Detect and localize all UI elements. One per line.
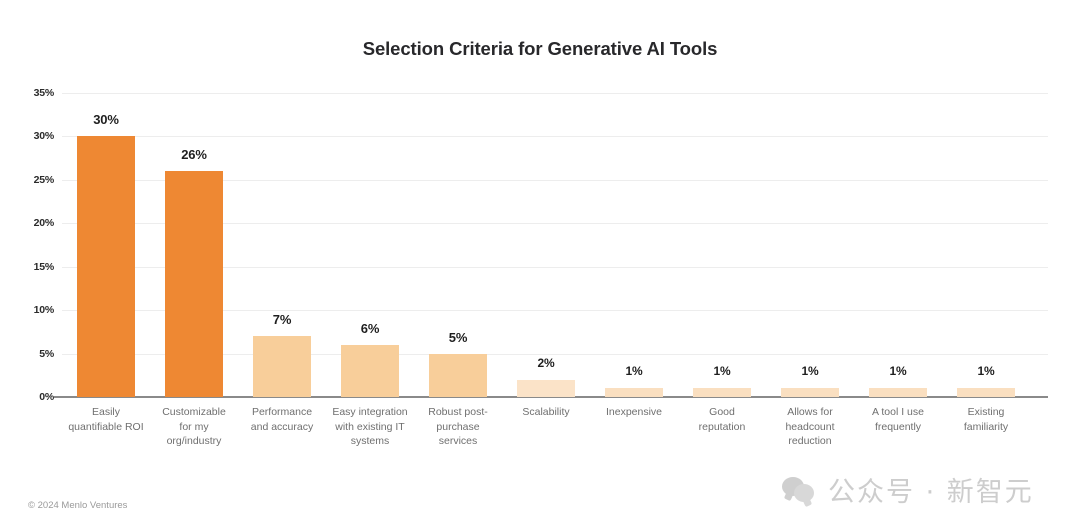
category-label-line: familiarity [963,420,1009,433]
category-label-line: Customizable [162,406,226,418]
y-axis-tick-label: 10% [33,304,55,317]
category-label-line: Good [709,406,735,418]
x-axis-category-label: Easy integration with existing IT systems [320,405,420,449]
y-axis-tick-label: 15% [33,260,55,273]
y-axis-tick-label: 20% [33,217,55,230]
category-label-line: with existing IT [335,420,405,433]
x-axis-category-label: Inexpensive [584,405,684,420]
category-label-line: reputation [698,420,746,433]
bars-layer: 30% Easily quantifiable ROI 26% Customizable… [62,0,1048,531]
x-axis-category-label: Customizable for my org/industry [144,405,244,449]
bar-value-label: 1% [977,364,995,379]
category-label-line: Easily [91,406,120,418]
category-label-line: Allows for [787,406,833,418]
bar-value-label: 26% [181,147,207,163]
bar[interactable] [605,388,663,397]
category-label-line: Existing [967,406,1005,418]
x-axis-category-label: Robust post-purchase services [408,405,508,449]
bar-group[interactable]: 1% Allows for headcount reduction [766,0,854,531]
category-label-line: frequently [874,420,922,433]
bar[interactable] [957,388,1015,397]
category-label-line: for my [179,420,209,433]
category-label-line: purchase [436,420,480,433]
category-label-line: Easy integration [332,406,408,418]
bar-group[interactable]: 1% Good reputation [678,0,766,531]
bar[interactable] [693,388,751,397]
category-label-line: headcount [785,420,835,433]
bar-group[interactable]: 30% Easily quantifiable ROI [62,0,150,531]
y-axis: 35% 30% 25% 20% 15% 10% 5% 0% [0,0,55,531]
bar[interactable] [517,379,575,397]
bar-value-label: 1% [801,364,819,379]
y-axis-tick-label: 25% [33,173,55,186]
bar-value-label: 1% [625,364,643,379]
bar-group[interactable]: 5% Robust post-purchase services [414,0,502,531]
y-axis-tick-label: 5% [39,347,54,360]
footer-credit: © 2024 Menlo Ventures [28,500,128,511]
bar-value-label: 6% [360,320,380,336]
category-label-line: systems [350,435,390,447]
category-label-line: org/industry [166,435,222,447]
category-label-line: and accuracy [250,420,314,433]
bar-group[interactable]: 26% Customizable for my org/industry [150,0,238,531]
bar-group[interactable]: 7% Performance and accuracy [238,0,326,531]
y-axis-tick-label: 0% [39,391,54,403]
x-axis-category-label: Performance and accuracy [232,405,332,434]
category-label-line: reduction [788,435,832,447]
x-axis-category-label: Existing familiarity [936,405,1036,434]
bar-group[interactable]: 1% Inexpensive [590,0,678,531]
bar-value-label: 7% [272,312,292,328]
category-label-line: services [438,435,478,447]
bar[interactable] [165,171,223,397]
category-label-line: Performance [251,406,313,418]
x-axis-category-label: Easily quantifiable ROI [56,405,156,434]
bar[interactable] [77,136,135,397]
bar-value-label: 5% [448,329,468,345]
x-axis-category-label: A tool I use frequently [848,405,948,434]
wechat-watermark: 公众号 · 新智元 [782,470,1034,509]
bar-group[interactable]: 2% Scalability [502,0,590,531]
bar[interactable] [781,388,839,397]
bar-value-label: 2% [537,355,555,370]
y-axis-tick-label: 30% [33,130,55,143]
bar-value-label: 30% [93,112,119,128]
category-label-line: quantifiable ROI [68,420,144,433]
category-label-line: Robust post- [428,406,488,418]
watermark-text: 公众号 · 新智元 [828,477,1034,508]
bar-group[interactable]: 1% A tool I use frequently [854,0,942,531]
category-label-line: Inexpensive [605,406,663,418]
bar[interactable] [869,388,927,397]
bar-group[interactable]: 6% Easy integration with existing IT system… [326,0,414,531]
x-axis-category-label: Scalability [496,405,596,420]
bar[interactable] [341,344,399,397]
x-axis-category-label: Good reputation [672,405,772,434]
wechat-bubbles-icon [782,475,816,505]
bar-value-label: 1% [889,364,907,379]
category-label-line: A tool I use [872,406,924,418]
y-axis-tick-label: 35% [33,87,55,99]
category-label-line: Scalability [522,406,570,418]
bar[interactable] [253,336,311,397]
bar-value-label: 1% [713,364,731,379]
x-axis-category-label: Allows for headcount reduction [760,405,860,449]
bar[interactable] [429,353,487,397]
bar-group[interactable]: 1% Existing familiarity [942,0,1030,531]
